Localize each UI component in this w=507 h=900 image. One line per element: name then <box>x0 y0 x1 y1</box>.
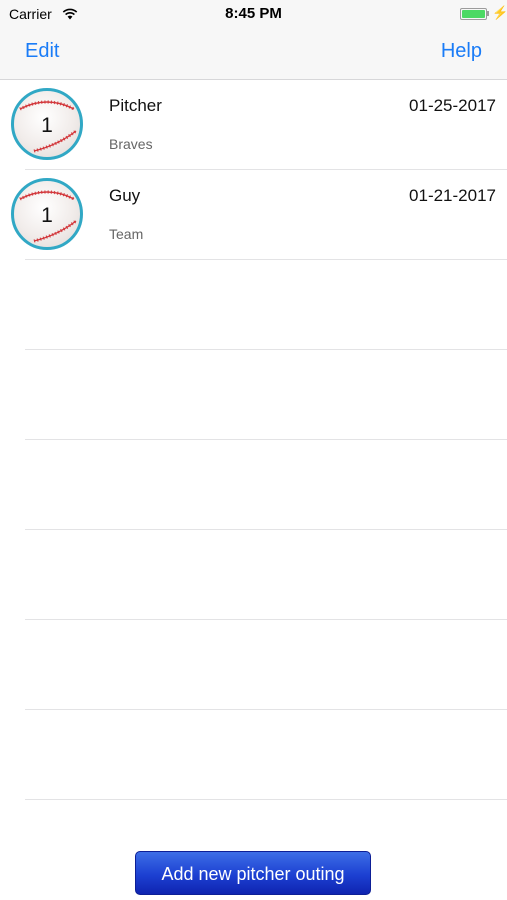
outing-row[interactable]: 1 Guy Team 01-21-2017 <box>0 170 507 260</box>
outing-number: 1 <box>41 114 53 137</box>
empty-row <box>0 530 507 620</box>
edit-button[interactable]: Edit <box>25 40 59 63</box>
row-separator <box>25 799 507 800</box>
outing-number: 1 <box>41 204 53 227</box>
battery-icon <box>460 8 487 20</box>
pitcher-name: Guy <box>109 186 141 205</box>
help-button[interactable]: Help <box>441 40 482 63</box>
status-bar: Carrier 8:45 PM ⚡ <box>0 0 507 28</box>
battery-nub <box>487 11 489 16</box>
outing-date: 01-21-2017 <box>409 186 496 205</box>
pitcher-name: Pitcher <box>109 96 162 115</box>
team-name: Team <box>109 226 144 242</box>
empty-row <box>0 440 507 530</box>
navigation-bar: Edit Help <box>0 28 507 80</box>
empty-row <box>0 350 507 440</box>
outings-list: 1 Pitcher Braves 01-25-2017 1 Guy Team 0… <box>0 80 507 800</box>
empty-row <box>0 260 507 350</box>
team-name: Braves <box>109 136 153 152</box>
baseball-avatar: 1 <box>11 178 83 250</box>
status-time: 8:45 PM <box>225 5 282 22</box>
battery-level <box>462 10 485 18</box>
empty-row <box>0 710 507 800</box>
baseball-avatar: 1 <box>11 88 83 160</box>
outing-row[interactable]: 1 Pitcher Braves 01-25-2017 <box>0 80 507 170</box>
outing-date: 01-25-2017 <box>409 96 496 115</box>
charging-bolt-icon: ⚡ <box>492 5 507 20</box>
add-pitcher-outing-button[interactable]: Add new pitcher outing <box>135 851 371 895</box>
empty-row <box>0 620 507 710</box>
